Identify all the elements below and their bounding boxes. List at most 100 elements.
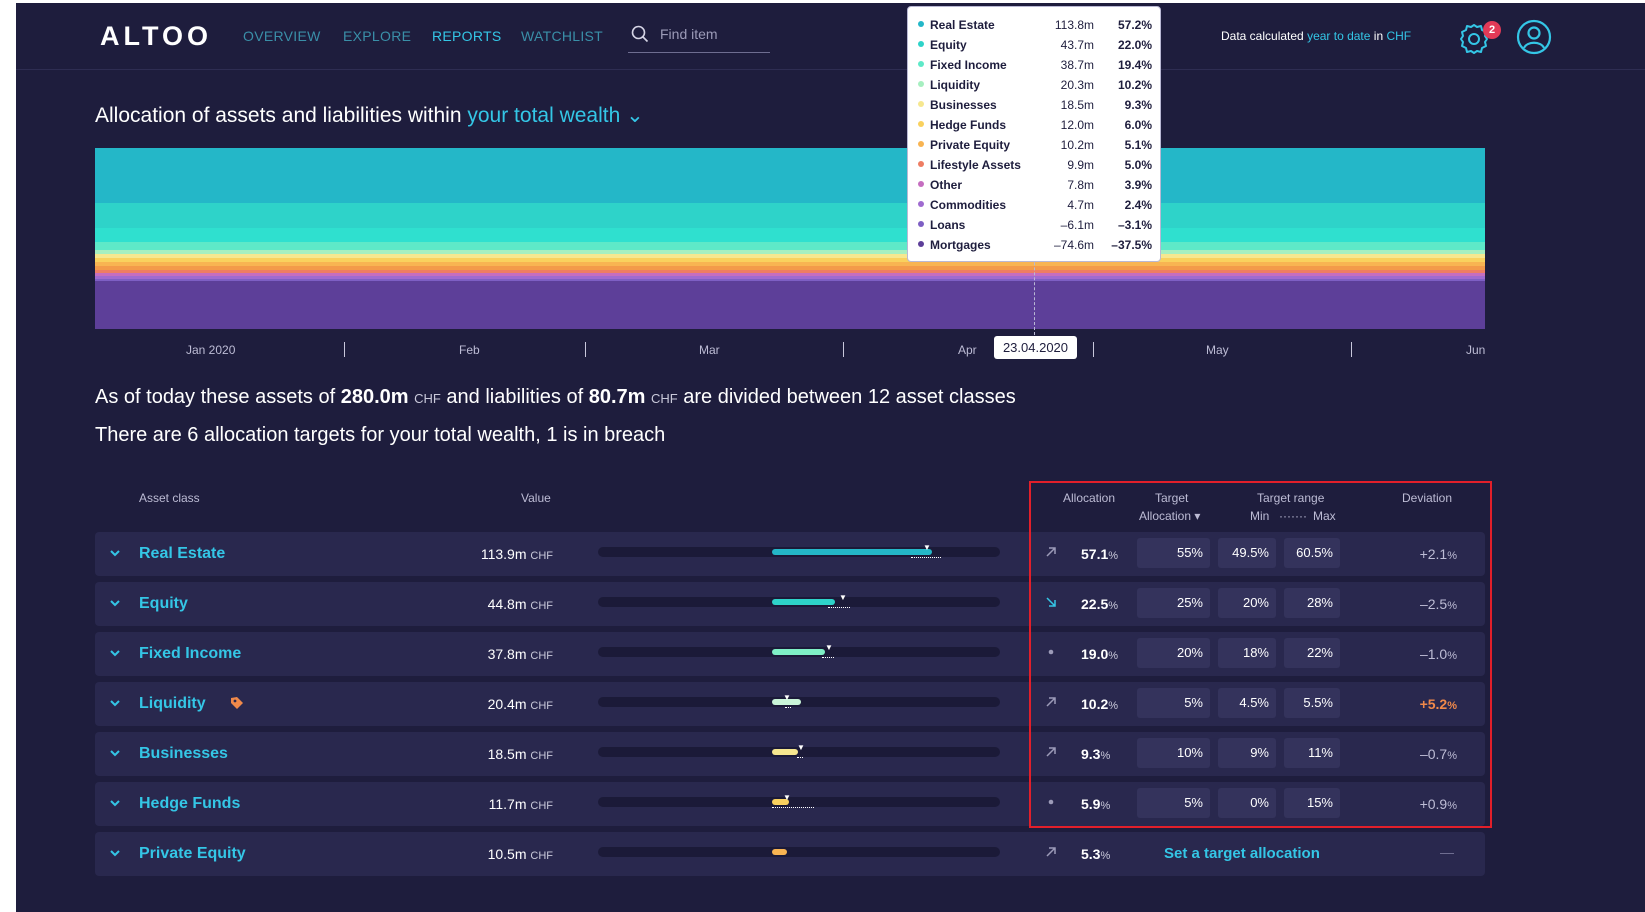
range-min-input[interactable]: 9% xyxy=(1218,738,1276,768)
nav-overview[interactable]: OVERVIEW xyxy=(243,28,321,44)
selected-date-chip[interactable]: 23.04.2020 xyxy=(994,336,1077,359)
range-max-input[interactable]: 11% xyxy=(1284,738,1340,768)
legend-dot xyxy=(918,201,924,207)
axis-tick xyxy=(585,342,586,357)
nav-reports[interactable]: REPORTS xyxy=(432,28,502,44)
asset-class-name[interactable]: Fixed Income xyxy=(139,645,241,663)
asset-row-private-equity[interactable]: Private Equity 10.5m CHF 5.3% Set a target … xyxy=(95,832,1485,876)
asset-row-liquidity[interactable]: Liquidity 20.4m CHF 10.2% ▼ 5% 4.5% 5.5% +5.2% xyxy=(95,682,1485,726)
legend-dot xyxy=(918,161,924,167)
asset-row-fixed-income[interactable]: Fixed Income 37.8m CHF 19.0% ▼ 20% 18% 22% –1.0… xyxy=(95,632,1485,676)
asset-class-name[interactable]: Hedge Funds xyxy=(139,795,240,813)
range-max-input[interactable]: 28% xyxy=(1284,588,1340,618)
allocation-percent: 19.0% xyxy=(1081,646,1118,662)
asset-row-real-estate[interactable]: Real Estate 113.9m CHF 57.1% ▼ 55% 49.5% 60.5%… xyxy=(95,532,1485,576)
header-target: Target xyxy=(1155,491,1189,505)
breach-alert-icon xyxy=(229,695,245,716)
asset-value: 20.4m CHF xyxy=(488,696,553,712)
chevron-down-icon[interactable] xyxy=(107,545,123,561)
target-range-indicator xyxy=(910,557,942,558)
stream-band xyxy=(95,203,1485,228)
asset-value-unit: CHF xyxy=(530,800,553,812)
search-box[interactable] xyxy=(628,21,770,53)
asset-class-name[interactable]: Equity xyxy=(139,595,188,613)
axis-label-apr: Apr xyxy=(958,343,977,357)
allocation-stream-chart[interactable] xyxy=(95,148,1485,329)
target-range-indicator xyxy=(772,807,814,808)
asset-class-name[interactable]: Businesses xyxy=(139,745,228,763)
allocation-value: 10.2 xyxy=(1081,696,1109,712)
chevron-down-icon[interactable] xyxy=(107,795,123,811)
tooltip-asset-value: –6.1m xyxy=(1060,218,1094,232)
assets-total: 280.0m xyxy=(340,386,409,408)
search-icon xyxy=(631,25,649,43)
chevron-down-icon: ⌄ xyxy=(626,104,644,127)
range-min-input[interactable]: 18% xyxy=(1218,638,1276,668)
range-min-input[interactable]: 20% xyxy=(1218,588,1276,618)
altoo-logo[interactable]: ALTOO xyxy=(100,21,212,52)
header-target-allocation-sort[interactable]: Allocation ▾ xyxy=(1139,509,1200,523)
wealth-scope-dropdown[interactable]: your total wealth ⌄ xyxy=(467,104,643,127)
percent-sign: % xyxy=(1447,550,1457,562)
nav-explore[interactable]: EXPLORE xyxy=(343,28,411,44)
range-max-input[interactable]: 22% xyxy=(1284,638,1340,668)
chevron-down-icon[interactable] xyxy=(107,845,123,861)
asset-value-number: 10.5m xyxy=(487,846,527,862)
tooltip-asset-percent: –3.1% xyxy=(1117,218,1152,232)
asset-row-equity[interactable]: Equity 44.8m CHF 22.5% ▼ 25% 20% 28% –2.5% xyxy=(95,582,1485,626)
range-min-input[interactable]: 0% xyxy=(1218,788,1276,818)
allocation-value: 5.3 xyxy=(1081,846,1101,862)
target-allocation-input[interactable]: 10% xyxy=(1137,738,1210,768)
range-max-input[interactable]: 5.5% xyxy=(1284,688,1340,718)
chevron-down-icon[interactable] xyxy=(107,645,123,661)
target-allocation-input[interactable]: 5% xyxy=(1137,788,1210,818)
asset-class-name[interactable]: Private Equity xyxy=(139,845,246,863)
chevron-down-icon[interactable] xyxy=(107,745,123,761)
nav-watchlist[interactable]: WATCHLIST xyxy=(521,28,603,44)
tooltip-row: Fixed Income 38.7m 19.4% xyxy=(908,55,1162,75)
asset-class-name[interactable]: Liquidity xyxy=(139,695,206,713)
allocation-percent: 5.9% xyxy=(1081,796,1110,812)
asset-row-hedge-funds[interactable]: Hedge Funds 11.7m CHF 5.9% ▼ 5% 0% 15% +0.9% xyxy=(95,782,1485,826)
allocation-bar-track xyxy=(598,847,1000,857)
legend-dot xyxy=(918,181,924,187)
chart-tooltip: Real Estate 113.8m 57.2% Equity 43.7m 22.0% Fi… xyxy=(907,6,1161,262)
deviation-value: +5.2% xyxy=(1420,696,1457,712)
tooltip-asset-value: 9.9m xyxy=(1067,158,1094,172)
asset-row-businesses[interactable]: Businesses 18.5m CHF 9.3% ▼ 10% 9% 11% –0.7% xyxy=(95,732,1485,776)
target-allocation-input[interactable]: 20% xyxy=(1137,638,1210,668)
percent-sign: % xyxy=(1108,600,1119,612)
tooltip-row: Businesses 18.5m 9.3% xyxy=(908,95,1162,115)
asset-value-number: 113.9m xyxy=(480,546,527,562)
target-allocation-input[interactable]: 55% xyxy=(1137,538,1210,568)
percent-sign: % xyxy=(1447,800,1457,812)
allocation-bar-fill xyxy=(772,599,835,605)
tooltip-asset-name: Equity xyxy=(930,38,967,52)
range-min-input[interactable]: 49.5% xyxy=(1218,538,1276,568)
tooltip-asset-name: Real Estate xyxy=(930,18,995,32)
target-marker-icon: ▼ xyxy=(783,693,791,702)
asset-value-number: 37.8m xyxy=(487,646,527,662)
asset-value: 18.5m CHF xyxy=(488,746,553,762)
allocation-bar-track xyxy=(598,797,1000,807)
calc-period-link[interactable]: year to date xyxy=(1307,29,1370,43)
set-target-allocation-link[interactable]: Set a target allocation xyxy=(1164,845,1320,862)
tooltip-asset-name: Private Equity xyxy=(930,138,1011,152)
chevron-down-icon[interactable] xyxy=(107,595,123,611)
chevron-down-icon[interactable] xyxy=(107,695,123,711)
user-icon[interactable] xyxy=(1516,19,1552,55)
asset-class-name[interactable]: Real Estate xyxy=(139,545,225,563)
target-allocation-input[interactable]: 25% xyxy=(1137,588,1210,618)
header-asset-class: Asset class xyxy=(139,491,200,505)
legend-dot xyxy=(918,101,924,107)
range-max-input[interactable]: 15% xyxy=(1284,788,1340,818)
time-axis: Jan 2020 Feb Mar Apr May Jun xyxy=(95,342,1485,363)
range-max-input[interactable]: 60.5% xyxy=(1284,538,1340,568)
axis-label-jan: Jan 2020 xyxy=(186,343,236,357)
range-min-input[interactable]: 4.5% xyxy=(1218,688,1276,718)
calc-currency-link[interactable]: CHF xyxy=(1386,29,1411,43)
asset-value-unit: CHF xyxy=(530,700,553,712)
search-input[interactable] xyxy=(660,26,765,42)
target-allocation-input[interactable]: 5% xyxy=(1137,688,1210,718)
allocation-heading: Allocation of assets and liabilities wit… xyxy=(95,103,644,128)
